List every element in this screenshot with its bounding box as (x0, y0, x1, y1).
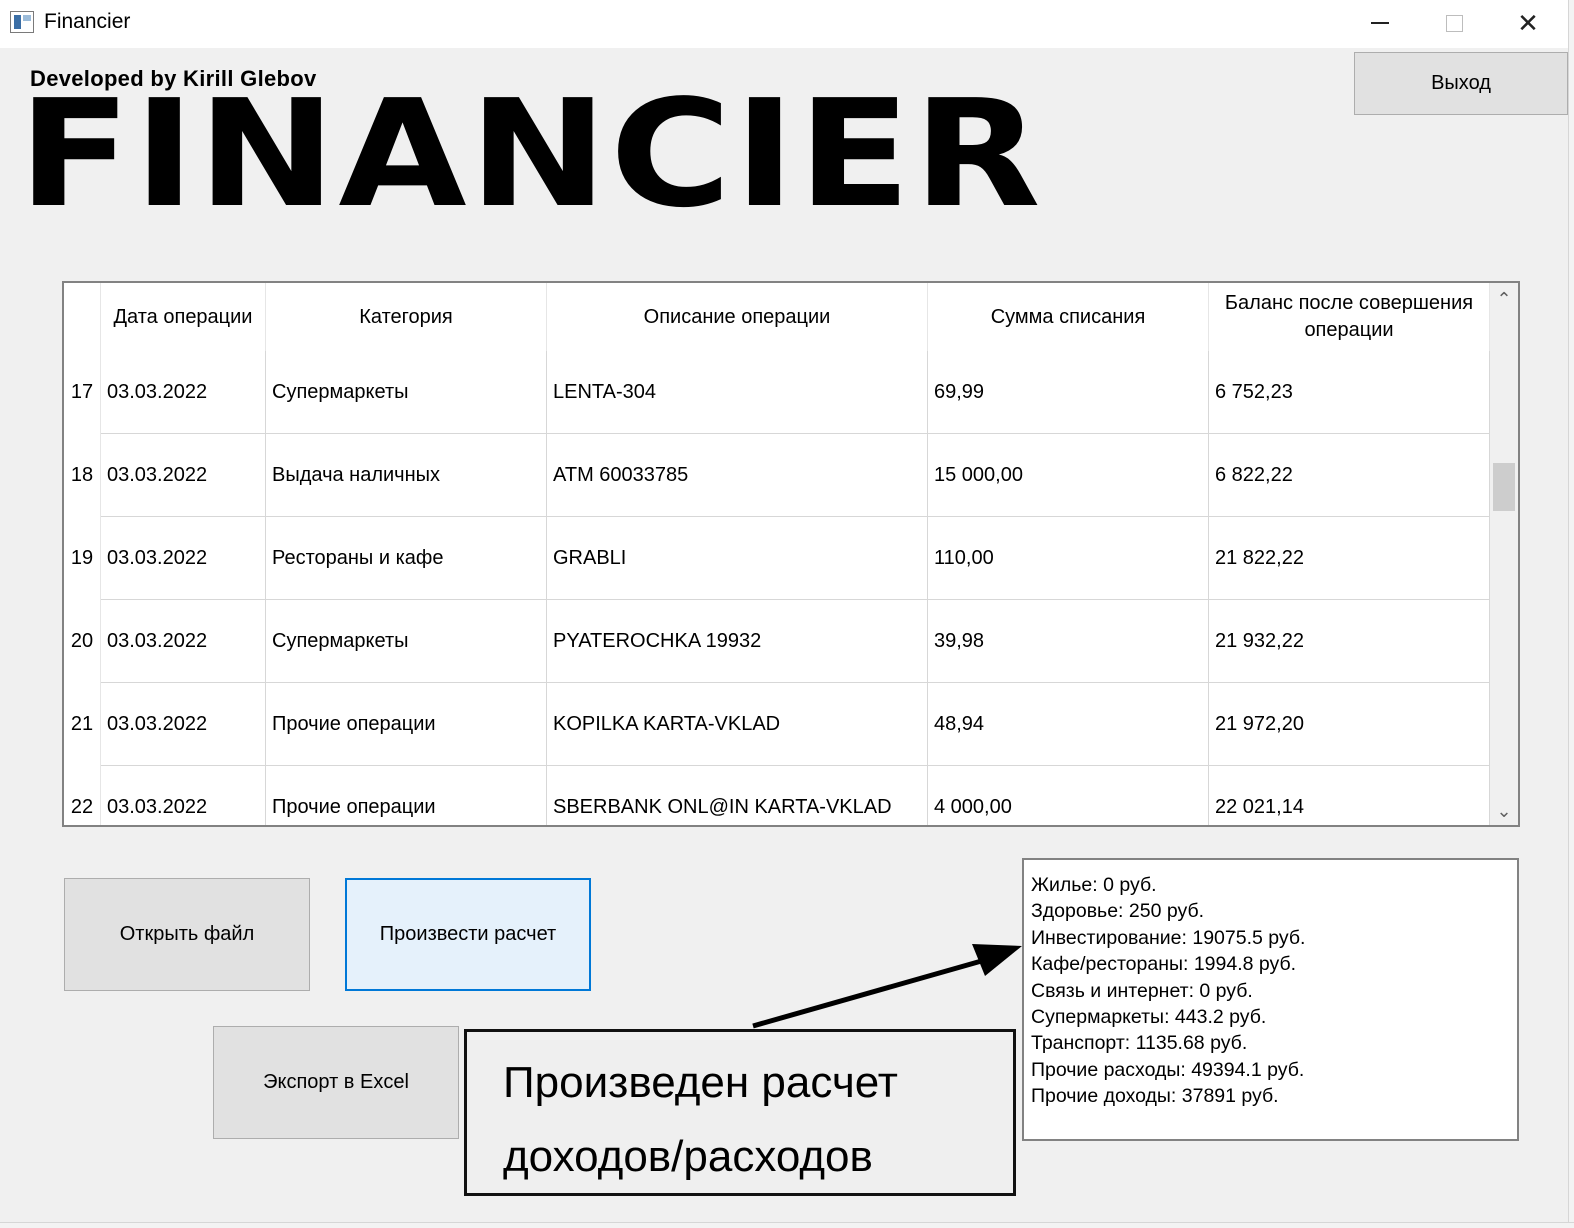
chevron-up-icon[interactable]: ⌃ (1490, 285, 1518, 313)
amount-column-header[interactable]: Сумма списания (928, 283, 1209, 351)
table-row[interactable]: 21 03.03.2022 Прочие операции KOPILKA KARTA… (64, 683, 1490, 766)
maximize-button[interactable] (1417, 0, 1491, 46)
row-number[interactable]: 22 (64, 766, 101, 825)
export-excel-button[interactable]: Экспорт в Excel (213, 1026, 459, 1139)
chevron-down-icon[interactable]: ⌄ (1490, 797, 1518, 825)
summary-line: Кафе/рестораны: 1994.8 руб. (1031, 953, 1297, 976)
table-cell-date[interactable]: 03.03.2022 (101, 766, 266, 825)
table-cell-balance[interactable]: 21 822,22 (1209, 517, 1490, 600)
table-cell-date[interactable]: 03.03.2022 (101, 351, 266, 434)
summary-line: Супермаркеты: 443.2 руб. (1031, 1006, 1267, 1029)
table-cell-description[interactable]: PYATEROCHKA 19932 (547, 600, 928, 683)
table-cell-balance[interactable]: 6 752,23 (1209, 351, 1490, 434)
close-icon: ✕ (1517, 7, 1539, 38)
table-cell-category[interactable]: Прочие операции (266, 683, 547, 766)
exit-button[interactable]: Выход (1354, 52, 1568, 115)
table-cell-date[interactable]: 03.03.2022 (101, 517, 266, 600)
app-logo: FINANCIER (18, 68, 1044, 240)
row-number[interactable]: 18 (64, 434, 101, 517)
operations-table[interactable]: Дата операции Категория Описание операции С… (62, 281, 1520, 827)
calculate-button[interactable]: Произвести расчет (345, 878, 591, 991)
table-cell-category[interactable]: Прочие операции (266, 766, 547, 825)
balance-column-header[interactable]: Баланс после совершения операции (1209, 283, 1490, 351)
table-cell-balance[interactable]: 21 972,20 (1209, 683, 1490, 766)
table-cell-amount[interactable]: 110,00 (928, 517, 1209, 600)
scrollbar-thumb[interactable] (1493, 463, 1515, 511)
title-bar: Financier ✕ (0, 0, 1574, 48)
summary-line: Жилье: 0 руб. (1031, 874, 1157, 896)
table-cell-amount[interactable]: 48,94 (928, 683, 1209, 766)
window-frame-bottom (0, 1222, 1574, 1228)
table-cell-amount[interactable]: 69,99 (928, 351, 1209, 434)
table-cell-amount[interactable]: 39,98 (928, 600, 1209, 683)
table-cell-description[interactable]: KOPILKA KARTA-VKLAD (547, 683, 928, 766)
table-cell-description[interactable]: GRABLI (547, 517, 928, 600)
window-title: Financier (44, 10, 131, 33)
row-header-corner (64, 283, 101, 351)
summary-line: Транспорт: 1135.68 руб. (1031, 1032, 1248, 1055)
open-file-button[interactable]: Открыть файл (64, 878, 310, 991)
window-frame-right (1568, 0, 1574, 1228)
vertical-scrollbar[interactable]: ⌃ ⌄ (1490, 283, 1518, 825)
table-row[interactable]: 18 03.03.2022 Выдача наличных ATM 60033785 1… (64, 434, 1490, 517)
annotation-line-1: Произведен расчет (503, 1058, 898, 1107)
close-button[interactable]: ✕ (1491, 0, 1565, 46)
table-cell-amount[interactable]: 4 000,00 (928, 766, 1209, 825)
table-cell-category[interactable]: Рестораны и кафе (266, 517, 547, 600)
table-cell-category[interactable]: Супермаркеты (266, 351, 547, 434)
table-cell-description[interactable]: SBERBANK ONL@IN KARTA-VKLAD (547, 766, 928, 825)
table-cell-date[interactable]: 03.03.2022 (101, 600, 266, 683)
table-row[interactable]: 20 03.03.2022 Супермаркеты PYATEROCHKA 1993… (64, 600, 1490, 683)
annotation-callout: Произведен расчет доходов/расходов (464, 1029, 1016, 1196)
table-cell-description[interactable]: LENTA-304 (547, 351, 928, 434)
summary-line: Инвестирование: 19075.5 руб. (1031, 926, 1306, 949)
table-cell-amount[interactable]: 15 000,00 (928, 434, 1209, 517)
category-column-header[interactable]: Категория (266, 283, 547, 351)
table-cell-balance[interactable]: 21 932,22 (1209, 600, 1490, 683)
table-row[interactable]: 19 03.03.2022 Рестораны и кафе GRABLI 110,00… (64, 517, 1490, 600)
summary-line: Связь и интернет: 0 руб. (1031, 979, 1253, 1002)
minimize-icon (1371, 22, 1389, 24)
row-number[interactable]: 19 (64, 517, 101, 600)
table-cell-date[interactable]: 03.03.2022 (101, 434, 266, 517)
minimize-button[interactable] (1343, 0, 1417, 46)
table-cell-category[interactable]: Выдача наличных (266, 434, 547, 517)
description-column-header[interactable]: Описание операции (547, 283, 928, 351)
table-cell-date[interactable]: 03.03.2022 (101, 683, 266, 766)
summary-lines: Жилье: 0 руб. Здоровье: 250 руб. Инвестиро… (1031, 872, 1510, 1110)
summary-line: Прочие доходы: 37891 руб. (1031, 1085, 1279, 1108)
table-cell-category[interactable]: Супермаркеты (266, 600, 547, 683)
summary-line: Прочие расходы: 49394.1 руб. (1031, 1058, 1305, 1081)
date-column-header[interactable]: Дата операции (101, 283, 266, 351)
annotation-line-2: доходов/расходов (503, 1132, 873, 1181)
table-viewport: Дата операции Категория Описание операции С… (64, 283, 1490, 825)
table-row[interactable]: 22 03.03.2022 Прочие операции SBERBANK ONL@… (64, 766, 1490, 825)
table-cell-description[interactable]: ATM 60033785 (547, 434, 928, 517)
summary-line: Здоровье: 250 руб. (1031, 900, 1205, 923)
table-row[interactable]: 17 03.03.2022 Супермаркеты LENTA-304 69,99 6 … (64, 351, 1490, 434)
app-window-icon (10, 11, 34, 33)
summary-textbox[interactable]: Жилье: 0 руб. Здоровье: 250 руб. Инвестиро… (1022, 858, 1519, 1141)
row-number[interactable]: 21 (64, 683, 101, 766)
table-cell-balance[interactable]: 22 021,14 (1209, 766, 1490, 825)
table-cell-balance[interactable]: 6 822,22 (1209, 434, 1490, 517)
row-number[interactable]: 17 (64, 351, 101, 434)
maximize-icon (1445, 14, 1463, 32)
row-number[interactable]: 20 (64, 600, 101, 683)
